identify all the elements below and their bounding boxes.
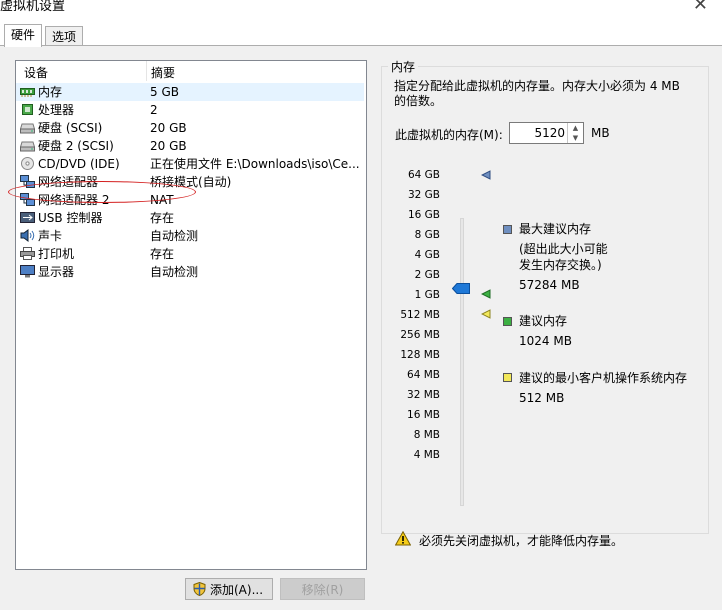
recommended-title: 建议内存 [519,314,568,328]
scale-label: 1 GB [414,289,440,301]
max-recommended-note: (超出此大小可能 [519,242,608,256]
display-icon [20,265,35,278]
title-bar: 虚拟机设置 ✕ [0,0,722,24]
device-summary: 20 GB [150,121,187,135]
memory-icon [20,88,35,97]
device-summary: 自动检测 [150,265,199,279]
memory-slider-thumb[interactable] [452,283,470,294]
scale-label: 8 GB [414,229,440,241]
device-name: 处理器 [38,103,75,117]
scale-label: 64 GB [407,169,440,181]
max-recommended-note: 发生内存交换。) [519,258,602,272]
device-row-processor[interactable]: 处理器 2 [16,101,364,119]
sound-card-icon [20,229,35,242]
memory-size-label: 此虚拟机的内存(M): [395,128,503,142]
scale-label: 32 GB [407,189,440,201]
device-row-printer[interactable]: 打印机 存在 [16,245,364,263]
column-divider[interactable] [146,61,147,81]
device-summary: 存在 [150,211,175,225]
cpu-icon [22,104,33,115]
memory-description: 指定分配给此虚拟机的内存量。内存大小必须为 4 MB 的倍数。 [394,79,680,108]
add-button[interactable]: 添加(A)... [185,578,273,600]
device-row-memory[interactable]: 内存 5 GB [16,83,364,101]
device-summary: 自动检测 [150,229,199,243]
window-title: 虚拟机设置 [0,0,66,14]
printer-icon [20,247,35,260]
shield-icon [193,582,206,596]
usb-icon [20,212,35,223]
scale-label: 256 MB [400,329,440,341]
device-summary: 2 [150,103,158,117]
memory-slider-track[interactable] [460,218,464,506]
device-name: 显示器 [38,265,75,279]
hard-disk-icon [20,141,35,152]
max-recommended-marker-icon [481,170,491,180]
memory-unit: MB [591,126,610,140]
device-row-usb-controller[interactable]: USB 控制器 存在 [16,209,364,227]
device-row-display[interactable]: 显示器 自动检测 [16,263,364,281]
memory-size-value[interactable]: 5120 [534,126,565,140]
cd-dvd-icon [21,157,34,170]
device-row-sound-card[interactable]: 声卡 自动检测 [16,227,364,245]
warning-icon [395,531,411,546]
device-name: 硬盘 2 (SCSI) [38,139,114,153]
warning-text: 必须先关闭虚拟机，才能降低内存量。 [419,534,624,548]
recommended-marker-icon [481,289,491,299]
recommended-swatch [503,317,512,326]
scale-label: 2 GB [414,269,440,281]
device-name: CD/DVD (IDE) [38,157,120,171]
device-name: 声卡 [38,229,63,243]
max-recommended-swatch [503,225,512,234]
device-list[interactable]: 设备 摘要 内存 5 GB 处理器 2 硬盘 (SCSI) 20 GB 硬盘 2… [15,60,367,570]
device-name: USB 控制器 [38,211,103,225]
device-name: 打印机 [38,247,75,261]
device-row-cd-dvd[interactable]: CD/DVD (IDE) 正在使用文件 E:\Downloads\iso\Ce.… [16,155,364,173]
scale-label: 16 MB [407,409,440,421]
min-guest-value: 512 MB [519,391,565,405]
close-icon[interactable]: ✕ [693,0,708,15]
memory-group-title: 内存 [388,58,419,75]
add-button-label: 添加(A)... [210,583,264,597]
scale-label: 128 MB [400,349,440,361]
hard-disk-icon [20,123,35,134]
device-row-hard-disk-2[interactable]: 硬盘 2 (SCSI) 20 GB [16,137,364,155]
device-summary: 20 GB [150,139,187,153]
memory-size-spinbox[interactable]: 5120 ▲ ▼ [509,122,584,144]
device-name: 硬盘 (SCSI) [38,121,103,135]
column-header-summary[interactable]: 摘要 [151,64,175,81]
device-summary: 5 GB [150,85,179,99]
scale-label: 32 MB [407,389,440,401]
spin-down-arrow-icon[interactable]: ▼ [568,133,583,143]
recommended-value: 1024 MB [519,334,572,348]
tab-strip: 硬件 选项 [0,24,722,47]
device-summary: 存在 [150,247,175,261]
scale-label: 16 GB [407,209,440,221]
column-header-device[interactable]: 设备 [24,64,48,81]
remove-button[interactable]: 移除(R) [280,578,365,600]
annotation-ellipse [8,181,196,203]
device-summary: 正在使用文件 E:\Downloads\iso\Ce... [150,157,360,171]
min-guest-marker-icon [481,309,491,319]
tab-hardware[interactable]: 硬件 [4,24,43,47]
scale-label: 4 GB [414,249,440,261]
max-recommended-title: 最大建议内存 [519,222,592,236]
min-guest-title: 建议的最小客户机操作系统内存 [519,371,688,385]
scale-label: 4 MB [413,449,440,461]
hardware-panel: 设备 摘要 内存 5 GB 处理器 2 硬盘 (SCSI) 20 GB 硬盘 2… [0,45,722,610]
spin-buttons: ▲ ▼ [567,123,583,143]
min-guest-swatch [503,373,512,382]
max-recommended-value: 57284 MB [519,278,580,292]
scale-label: 8 MB [413,429,440,441]
device-list-header: 设备 摘要 [16,61,366,81]
scale-label: 512 MB [400,309,440,321]
device-row-hard-disk[interactable]: 硬盘 (SCSI) 20 GB [16,119,364,137]
spin-up-arrow-icon[interactable]: ▲ [568,123,583,133]
scale-label: 64 MB [407,369,440,381]
tab-options[interactable]: 选项 [45,26,84,47]
device-name: 内存 [38,85,63,99]
